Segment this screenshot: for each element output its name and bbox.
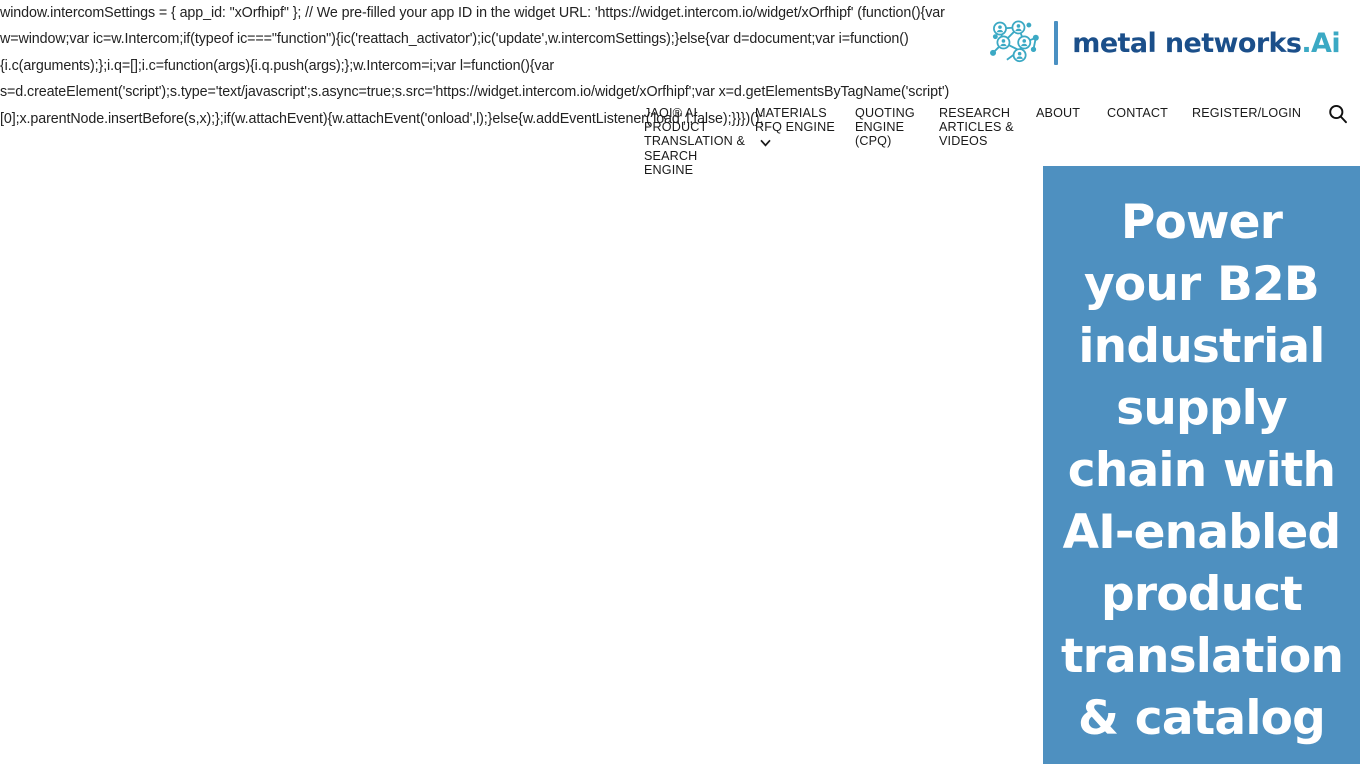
logo-divider xyxy=(1054,21,1059,65)
leaked-script-line: w=window;var ic=w.Intercom;if(typeof ic=… xyxy=(0,31,909,48)
nav-item-materials[interactable]: MATERIALS RFQ ENGINE xyxy=(755,106,847,134)
nav-item-contact[interactable]: CONTACT xyxy=(1107,106,1168,120)
leaked-script-line: {i.c(arguments);};i.q=[];i.c=function(ar… xyxy=(0,57,554,74)
site-logo[interactable]: metal networks.Ai xyxy=(986,14,1341,72)
nav-item-quoting[interactable]: QUOTING ENGINE (CPQ) xyxy=(855,106,930,149)
hero-panel: Power your B2B industrial supply chain w… xyxy=(1043,166,1360,764)
network-nodes-icon xyxy=(990,20,1040,63)
main-navigation: JAQI® AI PRODUCT TRANSLATION & SEARCH EN… xyxy=(640,101,1352,177)
logo-wordmark: metal networks.Ai xyxy=(1072,30,1340,57)
leaked-script-line: window.intercomSettings = { app_id: "xOr… xyxy=(0,5,945,21)
logo-wordmark-primary: metal networks xyxy=(1072,27,1302,59)
nav-item-materials-wrap[interactable]: MATERIALS RFQ ENGINE xyxy=(755,106,847,152)
logo-wordmark-accent: .Ai xyxy=(1301,27,1340,59)
nav-item-register-login[interactable]: REGISTER/LOGIN xyxy=(1192,106,1301,120)
nav-item-about[interactable]: ABOUT xyxy=(1036,106,1080,120)
search-icon[interactable] xyxy=(1327,103,1349,125)
hero-headline: Power your B2B industrial supply chain w… xyxy=(1061,195,1344,746)
nav-item-research[interactable]: RESEARCH ARTICLES & VIDEOS xyxy=(939,106,1019,149)
nav-item-jaqi[interactable]: JAQI® AI PRODUCT TRANSLATION & SEARCH EN… xyxy=(644,106,750,177)
chevron-down-icon xyxy=(760,140,771,147)
